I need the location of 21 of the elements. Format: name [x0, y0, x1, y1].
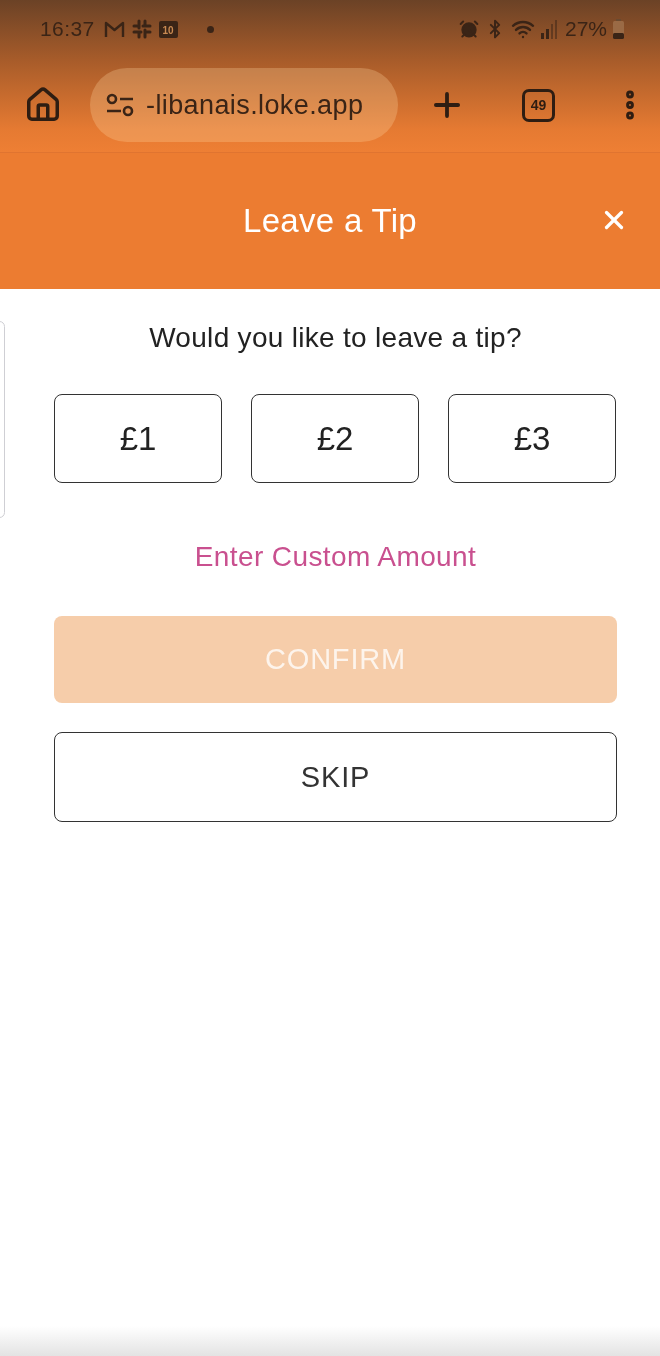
hash-grid-icon [131, 19, 152, 39]
mail-icon [103, 20, 125, 38]
skip-button[interactable]: SKIP [54, 732, 617, 822]
tip-amount-button[interactable]: £1 [54, 394, 222, 483]
notification-dot-icon [206, 25, 214, 33]
battery-level: 27% [564, 17, 607, 41]
url-text: -libanais.loke.app [146, 89, 364, 121]
tab-count[interactable]: 49 [522, 88, 555, 122]
home-icon[interactable] [24, 86, 62, 124]
battery-icon [613, 19, 624, 39]
signal-icon [540, 19, 559, 39]
dialog-title: Leave a Tip [243, 202, 417, 240]
tune-icon [106, 93, 134, 117]
url-field[interactable]: -libanais.loke.app [90, 68, 398, 142]
status-time: 16:37 [40, 17, 95, 41]
tip-prompt: Would you like to leave a tip? [148, 321, 523, 355]
alarm-icon [458, 19, 479, 39]
tip-amount-button[interactable]: £2 [251, 394, 419, 483]
calendar-icon: 10 [158, 20, 178, 38]
custom-amount-link[interactable]: Enter Custom Amount [194, 540, 477, 574]
tip-amount-button[interactable]: £3 [448, 394, 616, 483]
